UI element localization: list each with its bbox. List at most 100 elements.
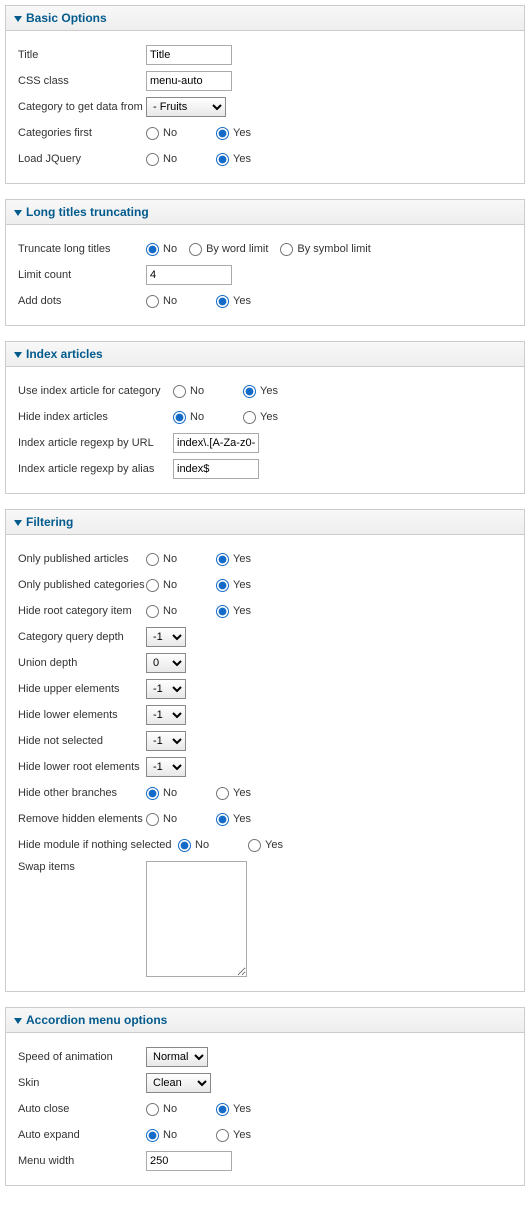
label-aexpand: Auto expand: [18, 1129, 146, 1141]
label-hideroot: Hide root category item: [18, 605, 146, 617]
label-catfirst: Categories first: [18, 127, 146, 139]
hide-index-yes[interactable]: [243, 411, 256, 424]
speed-select[interactable]: Normal: [146, 1047, 208, 1067]
label-regexp-alias: Index article regexp by alias: [18, 463, 173, 475]
trunc-symbol[interactable]: [280, 243, 293, 256]
label-depth: Category query depth: [18, 631, 146, 643]
panel-header-accordion: Accordion menu options: [6, 1008, 524, 1033]
regexp-alias-input[interactable]: [173, 459, 259, 479]
width-input[interactable]: [146, 1151, 232, 1171]
toggle-icon[interactable]: [14, 352, 22, 358]
label-jquery: Load JQuery: [18, 153, 146, 165]
panel-body: Use index article for categoryNoYes Hide…: [6, 367, 524, 493]
css-input[interactable]: [146, 71, 232, 91]
toggle-icon[interactable]: [14, 210, 22, 216]
label-swap: Swap items: [18, 861, 146, 873]
pubart-no[interactable]: [146, 553, 159, 566]
label-pubart: Only published articles: [18, 553, 146, 565]
label-limit: Limit count: [18, 269, 146, 281]
label-pubcat: Only published categories: [18, 579, 146, 591]
panel-title: Filtering: [26, 515, 73, 529]
panel-body: Speed of animationNormal SkinClean Auto …: [6, 1033, 524, 1185]
panel-header-basic: Basic Options: [6, 6, 524, 31]
toggle-icon[interactable]: [14, 520, 22, 526]
label-speed: Speed of animation: [18, 1051, 146, 1063]
panel-title: Long titles truncating: [26, 205, 149, 219]
label-category: Category to get data from: [18, 101, 146, 113]
pubart-yes[interactable]: [216, 553, 229, 566]
remove-yes[interactable]: [216, 813, 229, 826]
label-trunc: Truncate long titles: [18, 243, 146, 255]
label-aclose: Auto close: [18, 1103, 146, 1115]
label-hupper: Hide upper elements: [18, 683, 146, 695]
hupper-select[interactable]: -1: [146, 679, 186, 699]
jquery-yes[interactable]: [216, 153, 229, 166]
hmod-no[interactable]: [178, 839, 191, 852]
label-hide-index: Hide index articles: [18, 411, 173, 423]
jquery-no[interactable]: [146, 153, 159, 166]
aclose-no[interactable]: [146, 1103, 159, 1116]
panel-filtering: Filtering Only published articlesNoYes O…: [5, 509, 525, 992]
panel-truncating: Long titles truncating Truncate long tit…: [5, 199, 525, 326]
remove-no[interactable]: [146, 813, 159, 826]
aclose-yes[interactable]: [216, 1103, 229, 1116]
label-hother: Hide other branches: [18, 787, 146, 799]
hlroot-select[interactable]: -1: [146, 757, 186, 777]
label-union: Union depth: [18, 657, 146, 669]
dots-no[interactable]: [146, 295, 159, 308]
panel-header-index: Index articles: [6, 342, 524, 367]
hlower-select[interactable]: -1: [146, 705, 186, 725]
panel-title: Basic Options: [26, 11, 107, 25]
hns-select[interactable]: -1: [146, 731, 186, 751]
hother-yes[interactable]: [216, 787, 229, 800]
label-hmod: Hide module if nothing selected: [18, 839, 178, 851]
catfirst-no[interactable]: [146, 127, 159, 140]
aexpand-yes[interactable]: [216, 1129, 229, 1142]
panel-accordion: Accordion menu options Speed of animatio…: [5, 1007, 525, 1186]
toggle-icon[interactable]: [14, 1018, 22, 1024]
label-css: CSS class: [18, 75, 146, 87]
title-input[interactable]: [146, 45, 232, 65]
pubcat-no[interactable]: [146, 579, 159, 592]
label-dots: Add dots: [18, 295, 146, 307]
panel-header-filter: Filtering: [6, 510, 524, 535]
label-regexp-url: Index article regexp by URL: [18, 437, 173, 449]
hmod-yes[interactable]: [248, 839, 261, 852]
label-use-index: Use index article for category: [18, 385, 173, 397]
label-skin: Skin: [18, 1077, 146, 1089]
use-index-no[interactable]: [173, 385, 186, 398]
dots-yes[interactable]: [216, 295, 229, 308]
toggle-icon[interactable]: [14, 16, 22, 22]
depth-select[interactable]: -1: [146, 627, 186, 647]
hideroot-yes[interactable]: [216, 605, 229, 618]
catfirst-yes[interactable]: [216, 127, 229, 140]
pubcat-yes[interactable]: [216, 579, 229, 592]
label-width: Menu width: [18, 1155, 146, 1167]
use-index-yes[interactable]: [243, 385, 256, 398]
panel-title: Index articles: [26, 347, 103, 361]
trunc-word[interactable]: [189, 243, 202, 256]
category-select[interactable]: - Fruits: [146, 97, 226, 117]
hother-no[interactable]: [146, 787, 159, 800]
label-hlroot: Hide lower root elements: [18, 761, 146, 773]
aexpand-no[interactable]: [146, 1129, 159, 1142]
panel-body: Only published articlesNoYes Only publis…: [6, 535, 524, 991]
limit-input[interactable]: [146, 265, 232, 285]
label-remove: Remove hidden elements: [18, 813, 146, 825]
panel-index: Index articles Use index article for cat…: [5, 341, 525, 494]
label-hlower: Hide lower elements: [18, 709, 146, 721]
panel-body: Title CSS class Category to get data fro…: [6, 31, 524, 183]
trunc-no[interactable]: [146, 243, 159, 256]
hideroot-no[interactable]: [146, 605, 159, 618]
panel-title: Accordion menu options: [26, 1013, 167, 1027]
panel-basic-options: Basic Options Title CSS class Category t…: [5, 5, 525, 184]
union-select[interactable]: 0: [146, 653, 186, 673]
panel-body: Truncate long titlesNoBy word limitBy sy…: [6, 225, 524, 325]
swap-textarea[interactable]: [146, 861, 247, 977]
label-hns: Hide not selected: [18, 735, 146, 747]
regexp-url-input[interactable]: [173, 433, 259, 453]
label-title: Title: [18, 49, 146, 61]
panel-header-trunc: Long titles truncating: [6, 200, 524, 225]
skin-select[interactable]: Clean: [146, 1073, 211, 1093]
hide-index-no[interactable]: [173, 411, 186, 424]
